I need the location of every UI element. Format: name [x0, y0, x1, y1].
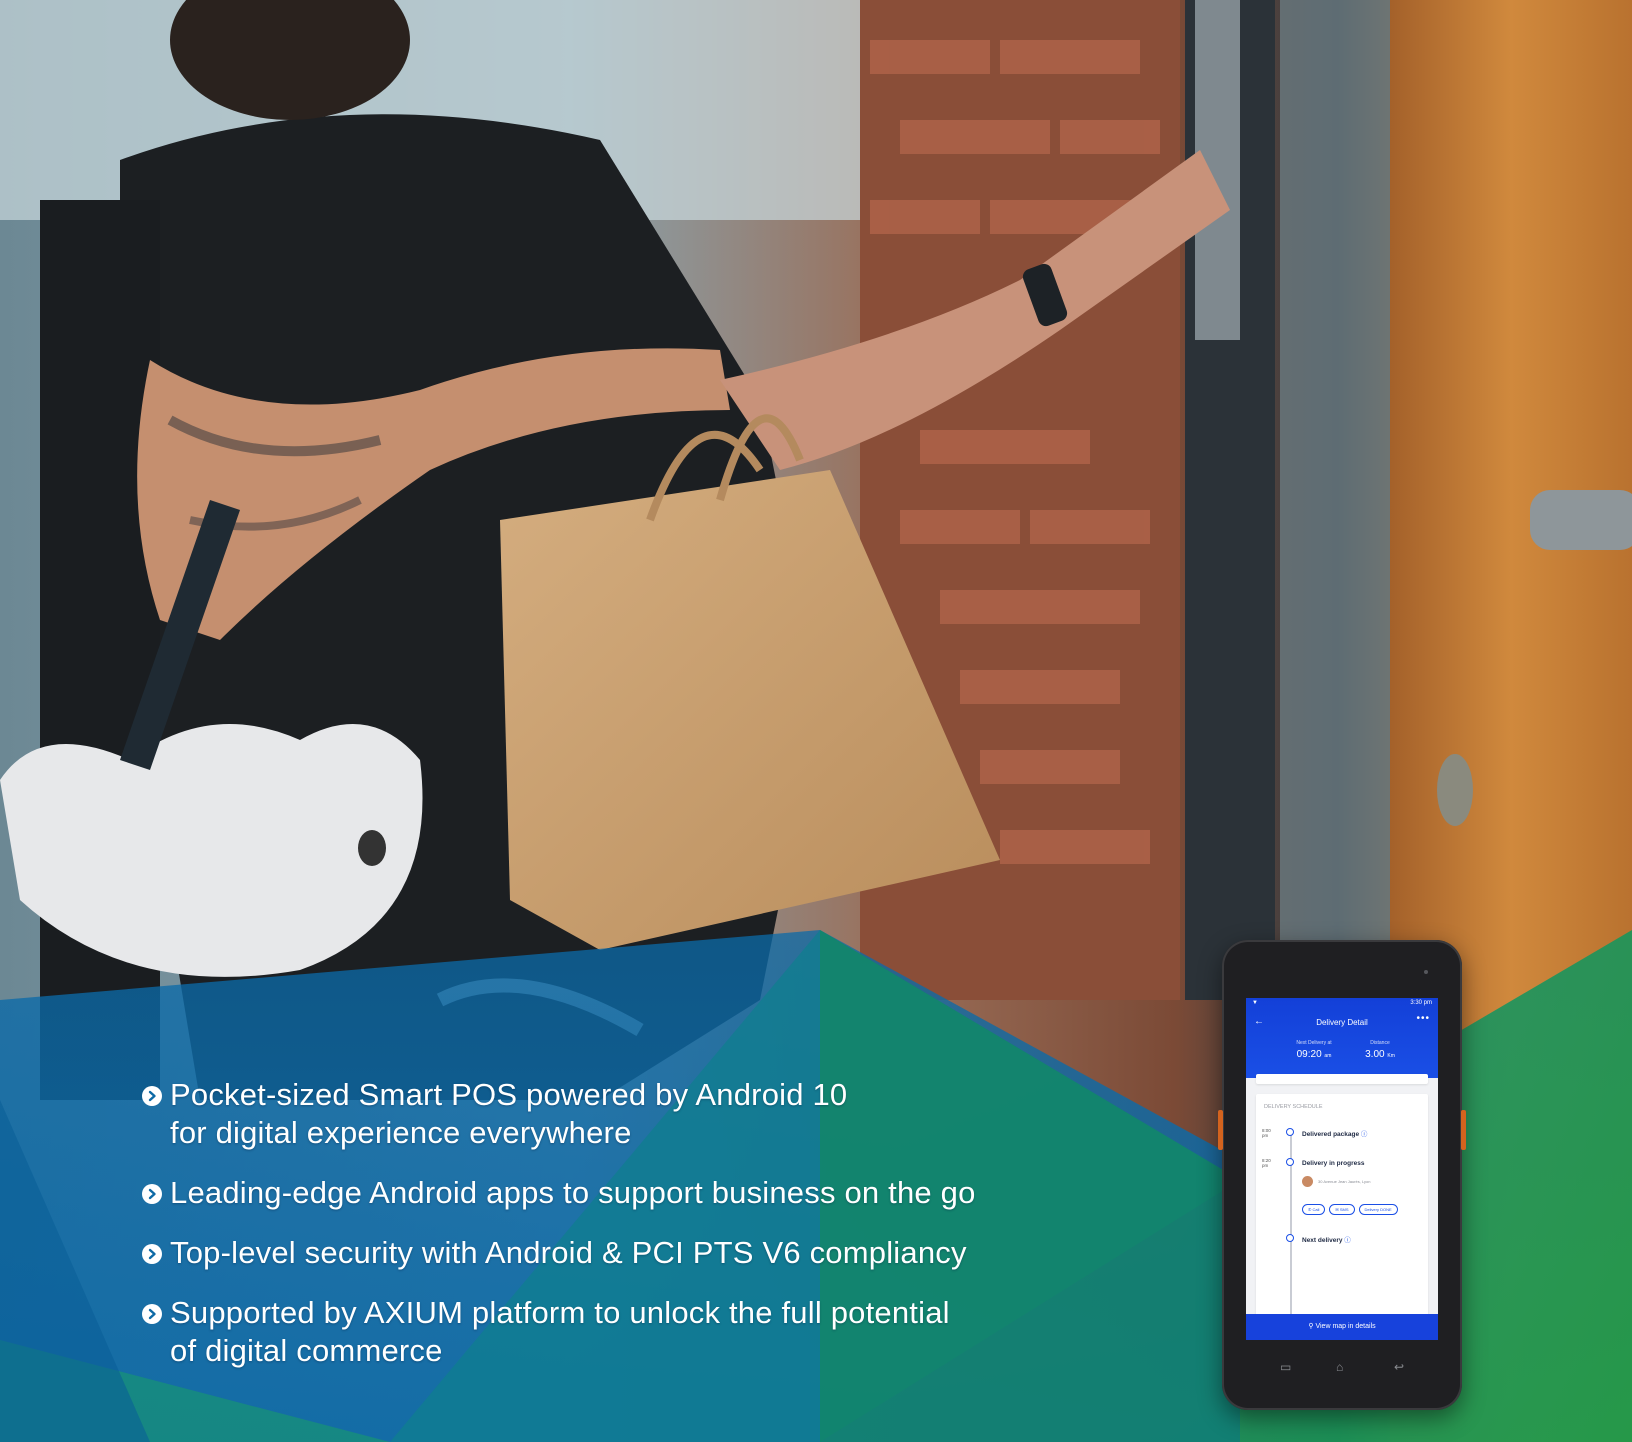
status-bar: ▼ 3:30 pm: [1246, 998, 1438, 1010]
stat-value: 09:20 am: [1284, 1049, 1344, 1060]
timeline-node: [1286, 1158, 1294, 1166]
stat-value: 3.00 Km: [1350, 1049, 1410, 1060]
app-header: ▼ 3:30 pm ← Delivery Detail ••• Next Del…: [1246, 998, 1438, 1078]
timeline-time: 8:20 pm: [1262, 1158, 1271, 1168]
timeline-label-text: Next delivery: [1302, 1237, 1343, 1244]
feature-list: Pocket-sized Smart POS powered by Androi…: [142, 1076, 1142, 1370]
call-button[interactable]: ✆ Call: [1302, 1204, 1326, 1215]
home-icon[interactable]: ⌂: [1336, 1360, 1343, 1374]
return-icon[interactable]: ↩: [1394, 1360, 1404, 1374]
stat-label: Next Delivery at: [1296, 1040, 1332, 1046]
stat-label: Distance: [1370, 1040, 1390, 1046]
next-delivery-stat: Next Delivery at 09:20 am: [1284, 1040, 1344, 1060]
side-button: [1218, 1110, 1223, 1150]
stat-number: 3.00: [1365, 1049, 1385, 1060]
feature-text: Supported by AXIUM platform to unlock th…: [170, 1295, 950, 1330]
time-ampm: pm: [1262, 1133, 1269, 1138]
stat-unit: Km: [1387, 1053, 1395, 1059]
hero-banner: { "bullets": [ {"lines": ["Pocket-sized …: [0, 0, 1632, 1442]
time-ampm: pm: [1262, 1163, 1269, 1168]
status-time: 3:30 pm: [1410, 1000, 1432, 1006]
stat-number: 09:20: [1296, 1049, 1322, 1060]
sms-icon: ✉: [1335, 1207, 1339, 1212]
feature-item: Top-level security with Android & PCI PT…: [142, 1234, 1142, 1272]
feature-text: of digital commerce: [170, 1333, 443, 1368]
feature-text: Top-level security with Android & PCI PT…: [170, 1235, 967, 1270]
timeline-label[interactable]: Delivered package ⓘ: [1302, 1128, 1367, 1138]
bullet-chevron-icon: [142, 1184, 162, 1204]
wifi-icon: ▼: [1252, 1000, 1258, 1006]
avatar: [1302, 1176, 1313, 1187]
view-map-button[interactable]: ⚲ View map in details: [1246, 1314, 1438, 1340]
map-button-label: View map in details: [1315, 1323, 1376, 1330]
bullet-chevron-icon: [142, 1244, 162, 1264]
timeline-label[interactable]: Delivery in progress: [1302, 1160, 1365, 1167]
phone-icon: ✆: [1308, 1207, 1312, 1212]
action-chips: ✆ Call ✉ SMS Delivery DONE: [1302, 1198, 1402, 1216]
pos-terminal: ▼ 3:30 pm ← Delivery Detail ••• Next Del…: [1218, 940, 1466, 1410]
sms-button[interactable]: ✉ SMS: [1329, 1204, 1355, 1215]
bullet-chevron-icon: [142, 1086, 162, 1106]
chip-label: Call: [1312, 1207, 1320, 1212]
bullet-chevron-icon: [142, 1304, 162, 1324]
summary-card: [1256, 1074, 1428, 1084]
feature-item: Supported by AXIUM platform to unlock th…: [142, 1294, 1142, 1370]
map-pin-icon: ⚲: [1308, 1323, 1314, 1330]
feature-item: Pocket-sized Smart POS powered by Androi…: [142, 1076, 1142, 1152]
timeline-node: [1286, 1234, 1294, 1242]
timeline-label-text: Delivered package: [1302, 1131, 1360, 1138]
device-screen: ▼ 3:30 pm ← Delivery Detail ••• Next Del…: [1246, 998, 1438, 1340]
timeline-time: 8:00 pm: [1262, 1128, 1271, 1138]
timeline-node: [1286, 1128, 1294, 1136]
schedule-card: DELIVERY SCHEDULE 8:00 pm Delivered packa…: [1256, 1094, 1428, 1324]
menu-icon[interactable]: ▭: [1280, 1360, 1291, 1374]
device-navbar: ▭ ⌂ ↩: [1246, 1350, 1438, 1390]
side-button: [1461, 1110, 1466, 1150]
chip-label: SMS: [1339, 1207, 1349, 1212]
feature-text: Leading-edge Android apps to support bus…: [170, 1175, 976, 1210]
timeline-label[interactable]: Next delivery ⓘ: [1302, 1234, 1351, 1244]
feature-text: for digital experience everywhere: [170, 1115, 632, 1150]
front-camera: [1424, 970, 1428, 974]
delivery-done-button[interactable]: Delivery DONE: [1358, 1204, 1398, 1215]
info-icon[interactable]: ⓘ: [1344, 1237, 1351, 1244]
more-icon[interactable]: •••: [1416, 1013, 1430, 1024]
distance-stat: Distance 3.00 Km: [1350, 1040, 1410, 1060]
delivery-address: 30 Avenue Jean Jaurès, Lyon: [1318, 1179, 1371, 1184]
stat-unit: am: [1324, 1053, 1332, 1059]
schedule-title: DELIVERY SCHEDULE: [1264, 1104, 1323, 1110]
app-title: Delivery Detail: [1316, 1018, 1368, 1027]
info-icon[interactable]: ⓘ: [1361, 1131, 1368, 1138]
feature-text: Pocket-sized Smart POS powered by Androi…: [170, 1077, 848, 1112]
feature-item: Leading-edge Android apps to support bus…: [142, 1174, 1142, 1212]
